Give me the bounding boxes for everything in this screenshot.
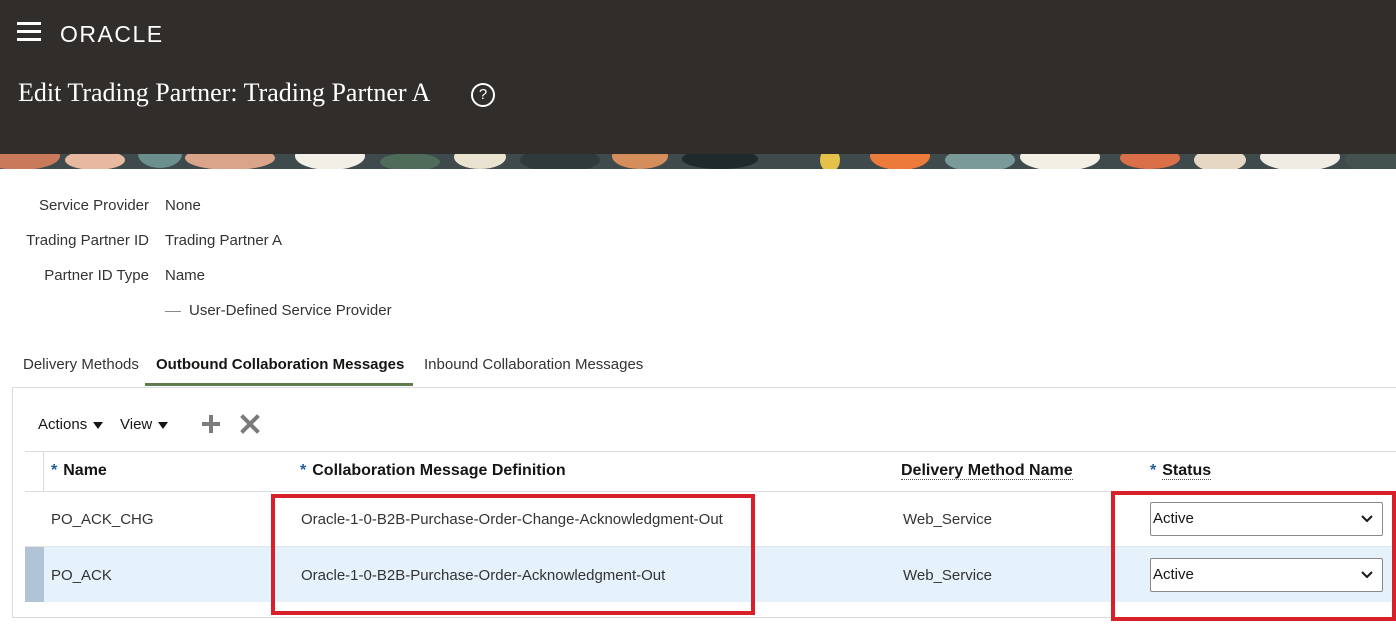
column-header-delivery-method[interactable]: Delivery Method Name xyxy=(901,462,1073,480)
row-name: PO_ACK_CHG xyxy=(51,511,154,528)
column-header-definition-label: Collaboration Message Definition xyxy=(312,462,566,479)
column-header-status-label: Status xyxy=(1162,462,1212,480)
column-header-name[interactable]: * Name xyxy=(51,462,107,480)
active-tab-indicator xyxy=(145,383,413,386)
oracle-logo[interactable]: ORACLE xyxy=(60,21,164,48)
tab-outbound-collaboration-messages[interactable]: Outbound Collaboration Messages xyxy=(156,356,404,373)
menu-icon[interactable] xyxy=(17,22,41,42)
tab-delivery-methods[interactable]: Delivery Methods xyxy=(23,356,139,373)
highlight-box-definition xyxy=(271,494,755,615)
decorative-banner xyxy=(0,154,1396,169)
help-icon[interactable]: ? xyxy=(471,83,495,107)
page-title: Edit Trading Partner: Trading Partner A xyxy=(18,78,431,107)
highlight-box-status xyxy=(1111,491,1396,621)
column-header-name-label: Name xyxy=(63,462,107,479)
app-header: ORACLE Edit Trading Partner: Trading Par… xyxy=(0,0,1396,154)
caret-down-icon xyxy=(158,421,169,429)
actions-menu[interactable]: Actions xyxy=(38,416,104,433)
required-marker: * xyxy=(51,462,58,479)
row-name: PO_ACK xyxy=(51,567,112,584)
service-provider-label: Service Provider xyxy=(38,197,149,214)
caret-down-icon xyxy=(93,421,104,429)
row-delivery-method: Web_Service xyxy=(903,511,992,528)
required-marker: * xyxy=(1150,462,1157,479)
service-provider-value: None xyxy=(165,197,201,214)
column-header-definition[interactable]: * Collaboration Message Definition xyxy=(300,462,566,480)
actions-label: Actions xyxy=(38,416,88,433)
column-header-status[interactable]: * Status xyxy=(1150,462,1212,480)
dash-indicator xyxy=(165,310,181,312)
trading-partner-id-label: Trading Partner ID xyxy=(26,232,149,249)
user-defined-service-provider: User-Defined Service Provider xyxy=(165,302,392,319)
plus-icon[interactable] xyxy=(200,413,222,435)
partner-id-type-value: Name xyxy=(165,267,206,284)
row-selector-header xyxy=(25,452,44,491)
row-delivery-method: Web_Service xyxy=(903,567,992,584)
partner-id-type-label: Partner ID Type xyxy=(44,267,149,284)
view-menu[interactable]: View xyxy=(120,416,169,433)
column-header-delivery-method-label: Delivery Method Name xyxy=(901,462,1073,480)
trading-partner-id-value: Trading Partner A xyxy=(165,232,283,249)
user-defined-service-provider-label: User-Defined Service Provider xyxy=(189,302,392,319)
close-icon[interactable] xyxy=(239,413,261,435)
view-label: View xyxy=(120,416,153,433)
tab-inbound-collaboration-messages[interactable]: Inbound Collaboration Messages xyxy=(424,356,643,373)
required-marker: * xyxy=(300,462,307,479)
row-selection-indicator xyxy=(25,547,44,602)
